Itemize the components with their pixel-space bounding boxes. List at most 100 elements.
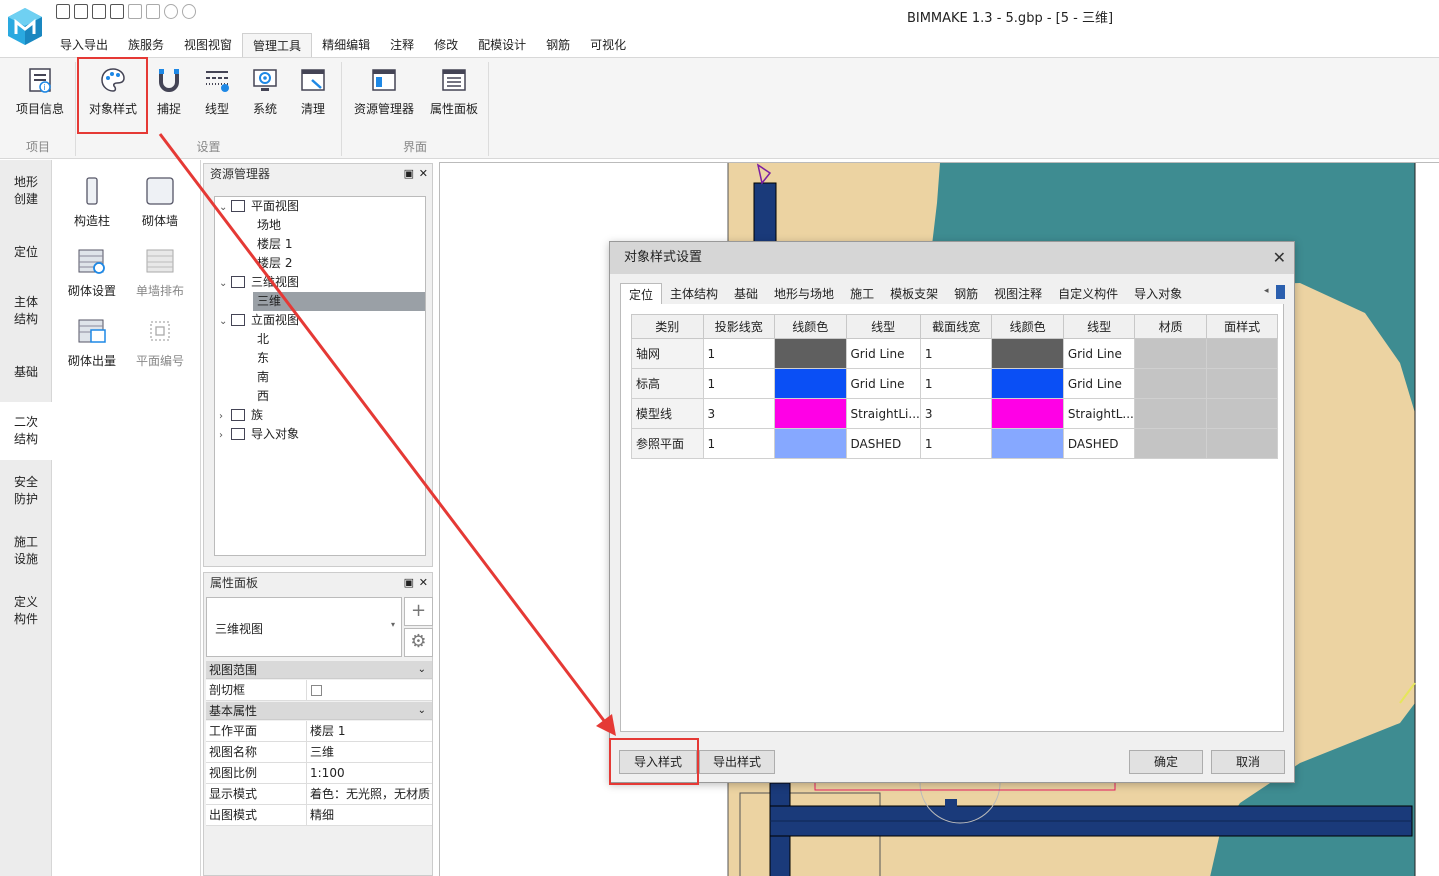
category-cell[interactable]: 标高 bbox=[631, 368, 704, 399]
dialog-tab[interactable]: 自定义构件 bbox=[1050, 283, 1126, 305]
grid-column-header[interactable]: 线型 bbox=[845, 314, 921, 339]
grid-column-header[interactable]: 类别 bbox=[631, 314, 704, 339]
new-file-icon[interactable] bbox=[56, 4, 70, 19]
chevron-down-icon[interactable]: ⌄ bbox=[219, 274, 231, 293]
projection-linetype-cell[interactable]: StraightLi... bbox=[845, 398, 921, 429]
tab-scroll-right-icon[interactable] bbox=[1276, 285, 1285, 299]
tool-construction-column[interactable]: 构造柱 bbox=[57, 176, 127, 229]
chevron-down-icon[interactable]: ⌄ bbox=[219, 312, 231, 331]
close-icon[interactable]: ✕ bbox=[419, 164, 428, 184]
chevron-right-icon[interactable]: › bbox=[219, 407, 231, 426]
tree-node-west[interactable]: 西 bbox=[257, 387, 269, 406]
projection-color-cell[interactable] bbox=[774, 338, 847, 369]
grid-row[interactable]: 标高 1 Grid Line 1 Grid Line bbox=[631, 368, 1279, 399]
cut-linetype-cell[interactable]: StraightL... bbox=[1062, 398, 1136, 429]
settings-gear-icon[interactable]: ⚙ bbox=[404, 628, 433, 657]
prop-value[interactable]: 楼层 1 bbox=[310, 721, 345, 742]
cut-width-cell[interactable]: 1 bbox=[919, 368, 993, 399]
left-tab[interactable]: 二次 结构 bbox=[0, 402, 52, 460]
dialog-tab[interactable]: 定位 bbox=[620, 283, 663, 305]
open-folder-icon[interactable] bbox=[74, 4, 88, 19]
menu-tab[interactable]: 钢筋 bbox=[536, 33, 580, 57]
projection-linetype-cell[interactable]: DASHED bbox=[845, 428, 921, 459]
menu-tab[interactable]: 精细编辑 bbox=[312, 33, 380, 57]
tree-node-level1[interactable]: 楼层 1 bbox=[257, 235, 292, 254]
menu-tab[interactable]: 管理工具 bbox=[242, 33, 313, 57]
grid-column-header[interactable]: 投影线宽 bbox=[702, 314, 775, 339]
tool-masonry-wall[interactable]: 砌体墙 bbox=[125, 176, 195, 229]
grid-row[interactable]: 参照平面 1 DASHED 1 DASHED bbox=[631, 428, 1279, 459]
grid-column-header[interactable]: 线颜色 bbox=[774, 314, 847, 339]
category-cell[interactable]: 模型线 bbox=[631, 398, 704, 429]
menu-tab[interactable]: 修改 bbox=[424, 33, 468, 57]
dialog-tab[interactable]: 地形与场地 bbox=[766, 283, 842, 305]
resource-manager-button[interactable]: 资源管理器 bbox=[352, 62, 416, 124]
chevron-down-icon[interactable]: ⌄ bbox=[418, 702, 426, 720]
linetype-button[interactable]: 线型 bbox=[200, 62, 234, 124]
cancel-button[interactable]: 取消 bbox=[1211, 750, 1285, 774]
projection-color-cell[interactable] bbox=[774, 368, 847, 399]
left-tab[interactable]: 地形 创建 bbox=[0, 174, 52, 208]
dialog-tab[interactable]: 模板支架 bbox=[882, 283, 946, 305]
face-style-cell[interactable] bbox=[1205, 398, 1279, 429]
undo-icon[interactable] bbox=[164, 4, 178, 19]
tree-node-site[interactable]: 场地 bbox=[257, 216, 281, 235]
dialog-tab[interactable]: 施工 bbox=[842, 283, 882, 305]
cut-linetype-cell[interactable]: Grid Line bbox=[1062, 368, 1136, 399]
grid-column-header[interactable]: 线型 bbox=[1062, 314, 1136, 339]
cut-width-cell[interactable]: 3 bbox=[919, 398, 993, 429]
tree-node-east[interactable]: 东 bbox=[257, 349, 269, 368]
projection-width-cell[interactable]: 1 bbox=[702, 338, 775, 369]
prop-row-scale[interactable]: 视图比例 1:100 bbox=[206, 763, 432, 784]
material-cell[interactable] bbox=[1134, 398, 1207, 429]
tree-node-south[interactable]: 南 bbox=[257, 368, 269, 387]
dialog-tab[interactable]: 视图注释 bbox=[986, 283, 1050, 305]
cut-linetype-cell[interactable]: DASHED bbox=[1062, 428, 1136, 459]
cut-color-cell[interactable] bbox=[991, 338, 1064, 369]
left-tab[interactable]: 定位 bbox=[0, 244, 52, 261]
projection-width-cell[interactable]: 1 bbox=[702, 368, 775, 399]
tree-node-plan-view[interactable]: ⌄ 平面视图 bbox=[219, 197, 299, 216]
crop-checkbox[interactable] bbox=[311, 685, 322, 696]
cut-width-cell[interactable]: 1 bbox=[919, 338, 993, 369]
cut-color-cell[interactable] bbox=[991, 398, 1064, 429]
project-info-button[interactable]: i 项目信息 bbox=[12, 62, 68, 124]
prop-group-view-range[interactable]: 视图范围 ⌄ bbox=[206, 661, 432, 679]
snap-button[interactable]: 捕捉 bbox=[152, 62, 186, 124]
left-tab[interactable]: 定义 构件 bbox=[0, 594, 52, 628]
prop-value[interactable]: 三维 bbox=[310, 742, 334, 763]
projection-color-cell[interactable] bbox=[774, 398, 847, 429]
cut-color-cell[interactable] bbox=[991, 368, 1064, 399]
prop-value[interactable]: 精细 bbox=[310, 805, 334, 826]
projection-width-cell[interactable]: 3 bbox=[702, 398, 775, 429]
prop-value[interactable]: 1:100 bbox=[310, 763, 345, 784]
save-as-icon[interactable] bbox=[110, 4, 124, 19]
dialog-tab[interactable]: 钢筋 bbox=[946, 283, 986, 305]
tree-node-imported[interactable]: › 导入对象 bbox=[219, 425, 299, 444]
pin-icon[interactable]: ▣ bbox=[404, 573, 414, 593]
chevron-right-icon[interactable]: › bbox=[219, 426, 231, 445]
category-cell[interactable]: 轴网 bbox=[631, 338, 704, 369]
tree-node-3d-view[interactable]: ⌄ 三维视图 bbox=[219, 273, 299, 292]
face-style-cell[interactable] bbox=[1205, 428, 1279, 459]
material-cell[interactable] bbox=[1134, 368, 1207, 399]
tree-node-family[interactable]: › 族 bbox=[219, 406, 263, 425]
projection-linetype-cell[interactable]: Grid Line bbox=[845, 368, 921, 399]
grid-row[interactable]: 模型线 3 StraightLi... 3 StraightL... bbox=[631, 398, 1279, 429]
projection-color-cell[interactable] bbox=[774, 428, 847, 459]
left-tab[interactable]: 基础 bbox=[0, 364, 52, 381]
menu-tab[interactable]: 导入导出 bbox=[50, 33, 118, 57]
prop-value[interactable]: 着色：无光照，无材质 bbox=[310, 784, 430, 805]
left-tab[interactable]: 施工 设施 bbox=[0, 534, 52, 568]
material-cell[interactable] bbox=[1134, 338, 1207, 369]
close-file-icon[interactable] bbox=[128, 4, 142, 19]
close-icon[interactable]: ✕ bbox=[419, 573, 428, 593]
tool-single-wall-layout[interactable]: 单墙排布 bbox=[125, 246, 195, 299]
grid-column-header[interactable]: 材质 bbox=[1134, 314, 1207, 339]
export-style-button[interactable]: 导出样式 bbox=[699, 750, 775, 774]
prop-row-work-plane[interactable]: 工作平面 楼层 1 bbox=[206, 721, 432, 742]
menu-tab[interactable]: 族服务 bbox=[118, 33, 174, 57]
save-icon[interactable] bbox=[92, 4, 106, 19]
tool-plan-numbering[interactable]: 平面编号 bbox=[125, 316, 195, 369]
menu-tab[interactable]: 可视化 bbox=[580, 33, 636, 57]
